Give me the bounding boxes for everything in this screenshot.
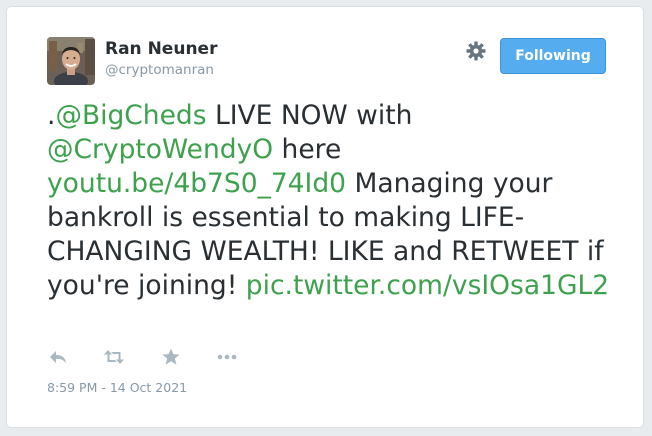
mention-bigcheds-link[interactable]: @BigCheds [55,100,206,131]
favorite-star-icon[interactable] [160,346,182,368]
author-handle[interactable]: @cryptomanran [105,62,214,78]
tweet-card: Ran Neuner @cryptomanran Following .@Big… [6,6,644,428]
avatar[interactable] [47,37,95,85]
author-name[interactable]: Ran Neuner [105,39,217,59]
youtube-link[interactable]: youtu.be/4b7S0_74Id0 [47,168,346,199]
tweet-text: .@BigCheds LIVE NOW with @CryptoWendyO h… [47,99,612,303]
mention-cryptowendyo-link[interactable]: @CryptoWendyO [47,134,273,165]
tweet-text-segment: LIVE NOW with [206,100,413,131]
reply-icon[interactable] [47,346,69,368]
more-icon[interactable] [216,346,238,368]
retweet-icon[interactable] [103,346,125,368]
gear-icon[interactable] [465,40,487,62]
following-button[interactable]: Following [500,38,606,74]
tweet-timestamp[interactable]: 8:59 PM - 14 Oct 2021 [47,380,187,395]
pic-twitter-link[interactable]: pic.twitter.com/vsIOsa1GL2 [246,270,609,301]
tweet-text-segment: here [273,134,342,165]
